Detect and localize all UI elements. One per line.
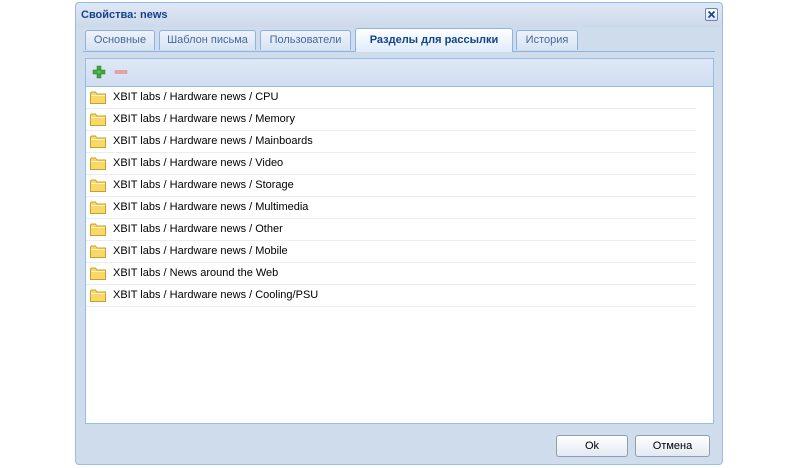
folder-icon [90,245,106,258]
folder-icon [90,113,106,126]
tab-strip: Основные Шаблон письма Пользователи Разд… [83,28,715,52]
tab-users[interactable]: Пользователи [260,30,351,50]
list-item-label: XBIT labs / Hardware news / Memory [113,113,295,125]
list-item[interactable]: XBIT labs / Hardware news / Memory [86,109,696,131]
list-item[interactable]: XBIT labs / Hardware news / Video [86,153,696,175]
minus-icon [114,70,128,74]
close-icon [707,10,716,19]
plus-icon [92,65,106,79]
tab-mailing-sections[interactable]: Разделы для рассылки [355,28,513,52]
list-item-label: XBIT labs / Hardware news / Mobile [113,245,288,257]
panel-toolbar [86,59,713,87]
folder-icon [90,201,106,214]
tab-general[interactable]: Основные [85,30,155,50]
list-item-label: XBIT labs / Hardware news / CPU [113,91,279,103]
list-item-label: XBIT labs / Hardware news / Storage [113,179,294,191]
sections-list: XBIT labs / Hardware news / CPU XBIT lab… [86,87,696,307]
list-item-label: XBIT labs / Hardware news / Cooling/PSU [113,289,319,301]
folder-icon [90,157,106,170]
list-item[interactable]: XBIT labs / Hardware news / Storage [86,175,696,197]
folder-icon [90,267,106,280]
tab-history[interactable]: История [516,30,578,50]
list-item-label: XBIT labs / News around the Web [113,267,279,279]
ok-button[interactable]: Ok [556,435,628,457]
tab-mail-template[interactable]: Шаблон письма [159,30,256,50]
folder-icon [90,223,106,236]
folder-icon [90,91,106,104]
list-item-label: XBIT labs / Hardware news / Mainboards [113,135,313,147]
close-button[interactable] [705,8,718,21]
list-item[interactable]: XBIT labs / Hardware news / Mobile [86,241,696,263]
add-section-button[interactable] [92,65,106,79]
folder-icon [90,289,106,302]
list-item[interactable]: XBIT labs / Hardware news / Cooling/PSU [86,285,696,307]
list-item-label: XBIT labs / Hardware news / Other [113,223,283,235]
folder-icon [90,135,106,148]
folder-icon [90,179,106,192]
properties-dialog: Свойства: news Основные Шаблон письма По… [75,2,723,465]
list-item[interactable]: XBIT labs / Hardware news / Other [86,219,696,241]
list-item[interactable]: XBIT labs / Hardware news / CPU [86,87,696,109]
sections-panel: XBIT labs / Hardware news / CPU XBIT lab… [85,58,714,424]
dialog-title: Свойства: news [81,9,168,21]
cancel-button[interactable]: Отмена [635,435,710,457]
list-item-label: XBIT labs / Hardware news / Multimedia [113,201,309,213]
remove-section-button[interactable] [114,65,128,79]
list-item-label: XBIT labs / Hardware news / Video [113,157,284,169]
dialog-titlebar[interactable]: Свойства: news [76,3,722,27]
list-item[interactable]: XBIT labs / Hardware news / Mainboards [86,131,696,153]
list-item[interactable]: XBIT labs / Hardware news / Multimedia [86,197,696,219]
list-item[interactable]: XBIT labs / News around the Web [86,263,696,285]
